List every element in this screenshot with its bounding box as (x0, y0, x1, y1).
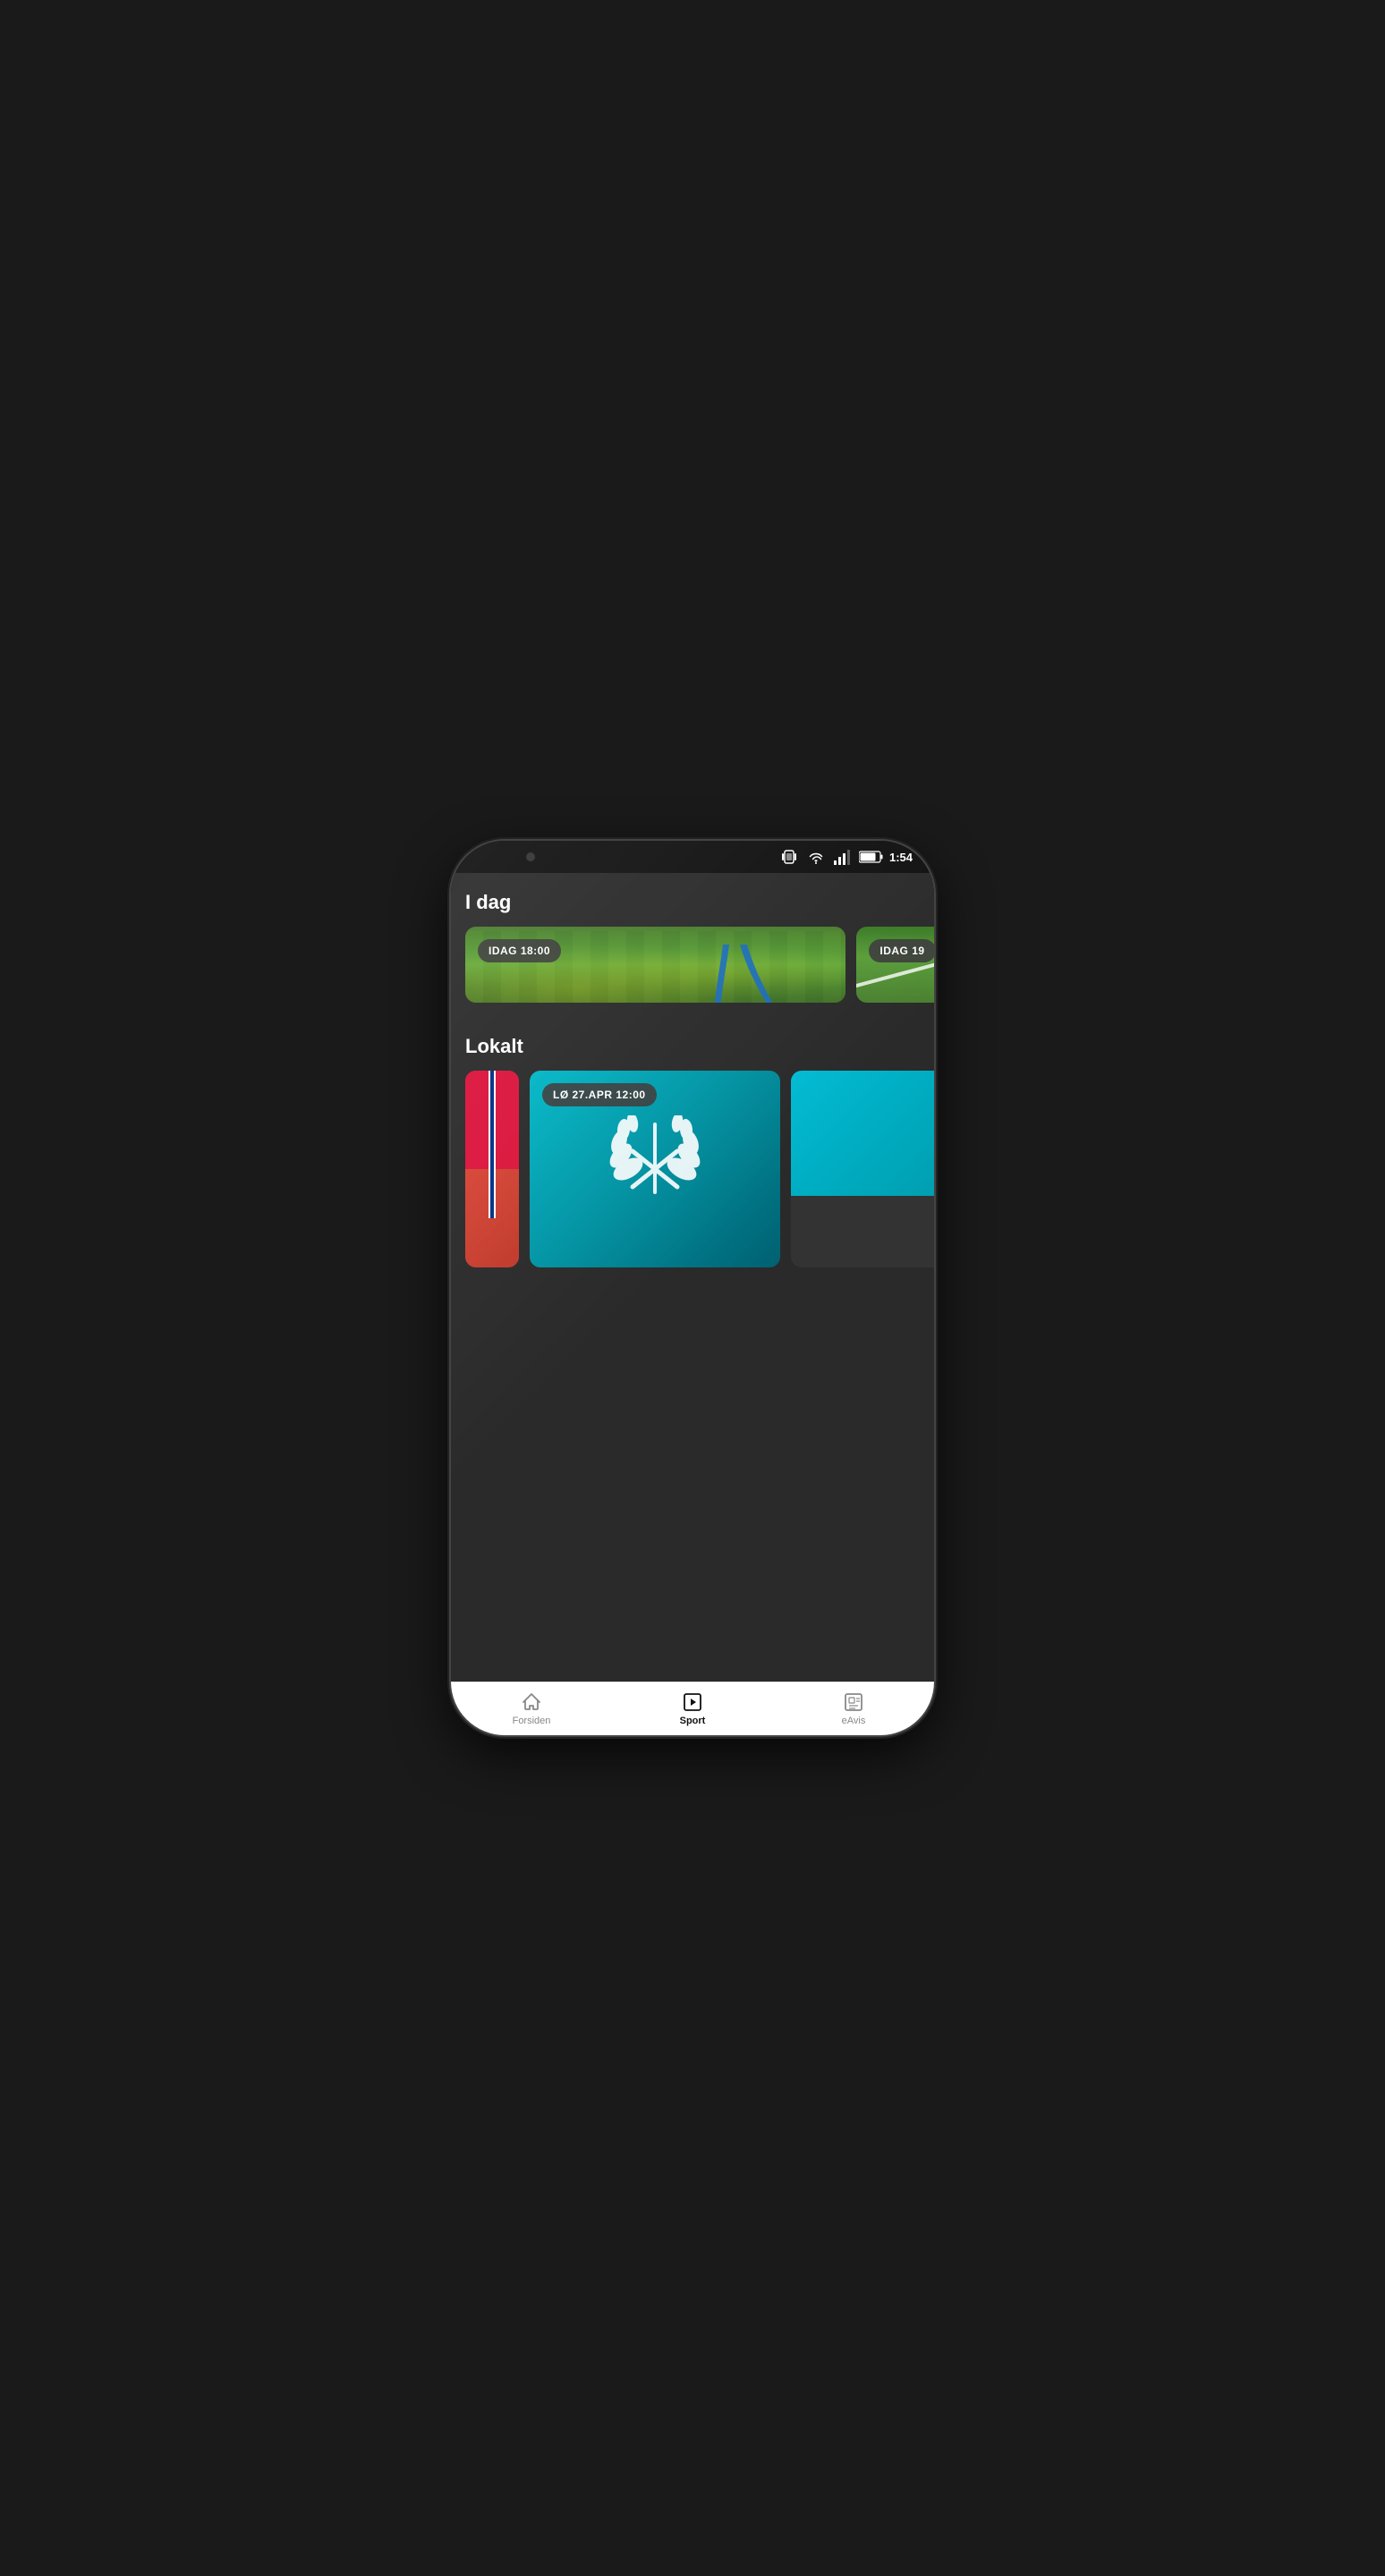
lokalt-card1-time-badge: LØ 27.APR 12:00 (542, 1083, 657, 1106)
card2-image: IDAG 19 (856, 927, 934, 1003)
bottom-navigation: Forsiden Sport eAvis (451, 1682, 934, 1735)
partial-card-bg (465, 1071, 519, 1267)
nav-item-forsiden[interactable]: Forsiden (451, 1691, 612, 1726)
status-bar: 1:54 (451, 841, 934, 873)
lokalt-card-2[interactable]: KUKO... (791, 1071, 934, 1267)
nav-sport-label: Sport (680, 1716, 706, 1726)
phone-frame: 1:54 I dag (451, 841, 934, 1735)
battery-icon (859, 850, 884, 864)
card-today-2[interactable]: IDAG 19 4. Divisj... FOTBALL (856, 927, 934, 1003)
today-title: I dag (465, 891, 920, 914)
card2-time-badge: IDAG 19 (869, 939, 934, 962)
play-icon (682, 1691, 703, 1713)
status-icons: 1:54 (778, 846, 913, 868)
lokalt-title: Lokalt (451, 1035, 934, 1058)
nav-eavis-label: eAvis (842, 1716, 866, 1726)
card-today-1[interactable]: IDAG 18:00 NM G19 Telenor Cup: Sarpsborg… (465, 927, 845, 1003)
flag-blue (490, 1071, 494, 1218)
camera (526, 852, 535, 861)
lokalt-card-1[interactable]: LØ 27.APR 12:00 (530, 1071, 780, 1267)
today-cards-row[interactable]: IDAG 18:00 NM G19 Telenor Cup: Sarpsborg… (451, 927, 934, 1017)
wifi-icon (805, 846, 827, 868)
today-section: I dag (451, 873, 934, 1017)
laurel-svg (601, 1115, 709, 1223)
newspaper-icon (843, 1691, 864, 1713)
player-legs-svg (676, 927, 819, 1003)
lokalt-section: Lokalt (451, 1017, 934, 1285)
lokalt-card1-image: LØ 27.APR 12:00 (530, 1071, 780, 1267)
card1-image: IDAG 18:00 (465, 927, 845, 1003)
signal-icon (832, 846, 854, 868)
nav-forsiden-label: Forsiden (513, 1716, 551, 1726)
home-icon (521, 1691, 542, 1713)
nav-item-sport[interactable]: Sport (612, 1691, 773, 1726)
vibrate-icon (778, 846, 800, 868)
lokalt-cards-row[interactable]: LØ 27.APR 12:00 KUKO... (451, 1071, 934, 1285)
card1-time-badge: IDAG 18:00 (478, 939, 561, 962)
lokalt-card-partial[interactable] (465, 1071, 519, 1267)
lokalt-card2-image: KUKO... (791, 1071, 934, 1196)
nav-item-eavis[interactable]: eAvis (773, 1691, 934, 1726)
screen-content: I dag (451, 873, 934, 1682)
flag-red (465, 1071, 519, 1169)
time-display: 1:54 (889, 851, 913, 864)
